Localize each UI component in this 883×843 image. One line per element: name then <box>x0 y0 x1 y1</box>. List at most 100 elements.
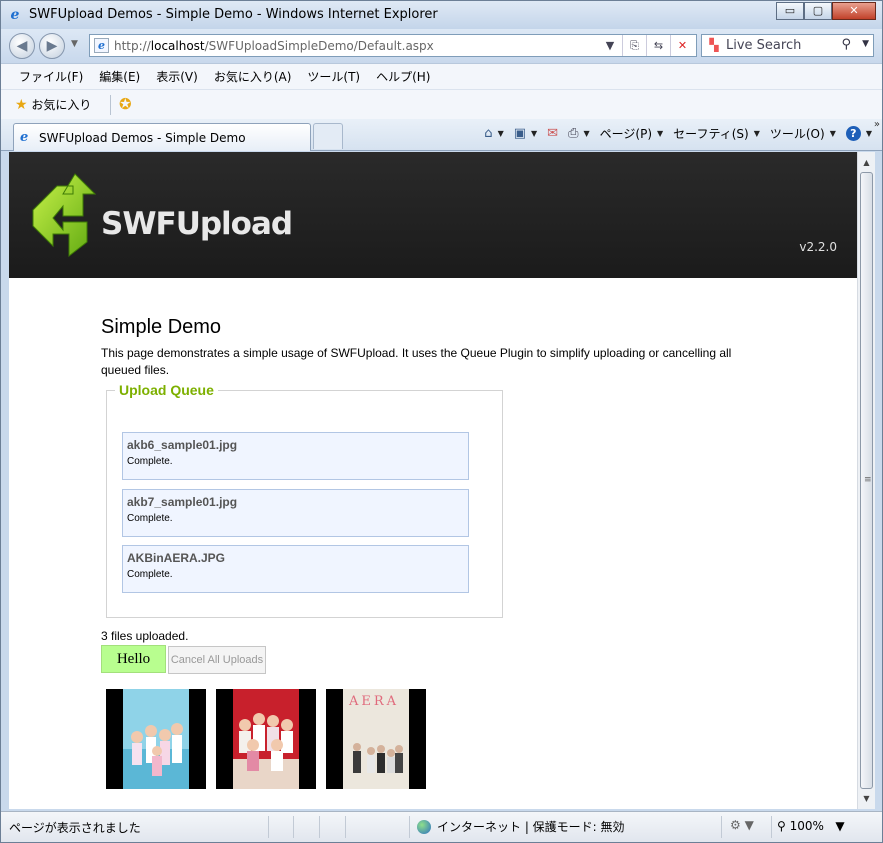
status-message: ページが表示されました <box>9 821 141 835</box>
internet-zone-globe-icon <box>417 819 431 834</box>
command-bar: ⌂ ▼ ▣ ▼ ✉ ⎙ ▼ ページ(P) ▼ セーフティ(S) ▼ ツール(O) ▼ ? ▼ <box>474 125 872 142</box>
home-icon: ⌂ <box>484 126 493 141</box>
minimize-button[interactable]: ▭ <box>776 2 804 20</box>
back-button[interactable]: ◀ <box>9 33 35 59</box>
window-title: SWFUpload Demos - Simple Demo - Windows … <box>29 7 438 22</box>
tab-simple-demo[interactable]: e SWFUpload Demos - Simple Demo <box>13 123 311 151</box>
home-button[interactable]: ⌂ ▼ <box>484 126 503 141</box>
recent-pages-dropdown-icon[interactable]: ▼ <box>71 39 78 49</box>
menu-bar: ファイル(F) 編集(E) 表示(V) お気に入り(A) ツール(T) ヘルプ(… <box>1 63 882 89</box>
files-uploaded-status: 3 files uploaded. <box>101 629 189 643</box>
thumbnail-image <box>233 689 299 789</box>
menu-tools[interactable]: ツール(T) <box>299 68 368 85</box>
main-content: Simple Demo This page demonstrates a sim… <box>101 316 781 379</box>
help-button[interactable]: ? ▼ <box>845 126 872 141</box>
queue-item-status: Complete. <box>127 513 173 524</box>
zoom-magnifier-icon: ⚲ <box>777 819 786 833</box>
window-controls: ▭ ▢ ✕ <box>776 2 876 20</box>
queue-item-status: Complete. <box>127 569 173 580</box>
thumbnail-akbinaera[interactable]: AERA <box>326 689 426 789</box>
compatibility-view-icon[interactable]: ⎘ <box>622 35 646 56</box>
mail-button[interactable]: ✉ <box>547 126 558 141</box>
address-tools: ▼ ⎘ ⇆ ✕ <box>598 35 694 56</box>
forward-button[interactable]: ▶ <box>39 33 65 59</box>
address-url[interactable]: http://localhost/SWFUploadSimpleDemo/Def… <box>114 39 434 53</box>
vertical-scrollbar[interactable]: ▲ ≡ ▼ <box>857 152 875 809</box>
menu-view[interactable]: 表示(V) <box>148 68 206 85</box>
security-zone-text: インターネット | 保護モード: 無効 <box>437 820 625 834</box>
page-title: Simple Demo <box>101 316 222 338</box>
rss-feed-icon: ▣ <box>513 126 527 141</box>
zoom-level[interactable]: ⚲ 100% ▼ <box>777 819 845 833</box>
ie-icon: e <box>10 7 20 23</box>
tab-label: SWFUpload Demos - Simple Demo <box>39 131 246 145</box>
upload-queue-legend: Upload Queue <box>115 382 218 398</box>
zoom-value: 100% <box>789 819 824 833</box>
feeds-button[interactable]: ▣ ▼ <box>514 126 537 141</box>
swfupload-logo-arrow-icon <box>32 173 97 258</box>
queue-item: akb6_sample01.jpg Complete. <box>122 432 469 480</box>
queue-item: akb7_sample01.jpg Complete. <box>122 489 469 537</box>
favorites-label: お気に入り <box>31 98 92 112</box>
menu-favorites[interactable]: お気に入り(A) <box>206 68 300 85</box>
page-header: SWFUpload v2.2.0 <box>9 152 857 278</box>
stop-icon[interactable]: ✕ <box>670 35 694 56</box>
address-dropdown-icon[interactable]: ▼ <box>598 35 622 56</box>
protected-mode-icon[interactable]: ⚙ ▼ <box>730 818 754 832</box>
cancel-all-uploads-button[interactable]: Cancel All Uploads <box>168 646 266 674</box>
close-button[interactable]: ✕ <box>832 2 876 20</box>
version-label: v2.2.0 <box>799 240 837 254</box>
favorites-button[interactable]: ★ お気に入り <box>15 96 91 113</box>
menu-file[interactable]: ファイル(F) <box>11 68 91 85</box>
search-input[interactable]: Live Search <box>726 38 801 53</box>
tools-menu[interactable]: ツール(O) ▼ <box>770 125 836 142</box>
queue-item: AKBinAERA.JPG Complete. <box>122 545 469 593</box>
ie-page-icon: e <box>20 130 29 145</box>
print-button[interactable]: ⎙ ▼ <box>568 126 590 141</box>
thumbnail-image <box>123 689 189 789</box>
status-bar: ページが表示されました インターネット | 保護モード: 無効 ⚙ ▼ ⚲ 10… <box>1 811 882 842</box>
tab-row: e SWFUpload Demos - Simple Demo ⌂ ▼ ▣ ▼ ✉ … <box>1 119 882 151</box>
page-viewport: SWFUpload v2.2.0 Simple Demo This page d… <box>9 152 857 809</box>
title-bar[interactable]: e SWFUpload Demos - Simple Demo - Window… <box>1 1 882 29</box>
browser-window: e SWFUpload Demos - Simple Demo - Window… <box>0 0 883 843</box>
navigation-bar: ◀ ▶ ▼ e http://localhost/SWFUploadSimple… <box>1 29 882 63</box>
thumbnail-akb6-sample01[interactable] <box>106 689 206 789</box>
menu-help[interactable]: ヘルプ(H) <box>368 68 438 85</box>
address-bar[interactable]: e http://localhost/SWFUploadSimpleDemo/D… <box>89 34 697 57</box>
favorites-bar: ★ お気に入り ✪ <box>1 89 882 119</box>
new-tab-button[interactable] <box>313 123 343 149</box>
favorites-separator <box>110 95 111 115</box>
maximize-button[interactable]: ▢ <box>804 2 832 20</box>
queue-item-filename: akb7_sample01.jpg <box>127 495 238 509</box>
thumbnail-akb7-sample01[interactable] <box>216 689 316 789</box>
mail-icon: ✉ <box>547 126 559 141</box>
security-zone[interactable]: インターネット | 保護モード: 無効 <box>417 818 625 835</box>
page-menu[interactable]: ページ(P) ▼ <box>600 125 664 142</box>
more-commands-chevron-icon[interactable]: » <box>874 119 880 130</box>
search-box[interactable]: ▚ Live Search ⚲ ▼ <box>701 34 874 57</box>
queue-item-status: Complete. <box>127 456 173 467</box>
thumbnail-image: AERA <box>343 689 409 789</box>
queue-item-filename: AKBinAERA.JPG <box>127 551 226 565</box>
print-icon: ⎙ <box>568 126 579 141</box>
page-icon: e <box>94 38 109 53</box>
menu-edit[interactable]: 編集(E) <box>91 68 148 85</box>
add-to-favorites-bar-icon[interactable]: ✪ <box>119 95 132 113</box>
upload-queue-fieldset: Upload Queue akb6_sample01.jpg Complete.… <box>106 382 503 618</box>
safety-menu[interactable]: セーフティ(S) ▼ <box>673 125 760 142</box>
queue-item-filename: akb6_sample01.jpg <box>127 438 238 452</box>
svg-text:AERA: AERA <box>348 694 399 709</box>
scroll-up-arrow-icon[interactable]: ▲ <box>858 154 875 171</box>
search-icon[interactable]: ⚲ <box>841 37 851 52</box>
swfupload-logo-text: SWFUpload <box>101 206 293 242</box>
intro-text: This page demonstrates a simple usage of… <box>101 346 732 377</box>
live-search-logo-icon: ▚ <box>709 38 719 52</box>
scroll-down-arrow-icon[interactable]: ▼ <box>858 790 875 807</box>
scrollbar-thumb[interactable]: ≡ <box>860 172 873 789</box>
refresh-icon[interactable]: ⇆ <box>646 35 670 56</box>
search-options-dropdown-icon[interactable]: ▼ <box>862 39 869 49</box>
favorites-star-icon: ★ <box>15 97 28 113</box>
hello-upload-button[interactable]: Hello <box>101 645 166 673</box>
help-icon: ? <box>845 126 861 141</box>
